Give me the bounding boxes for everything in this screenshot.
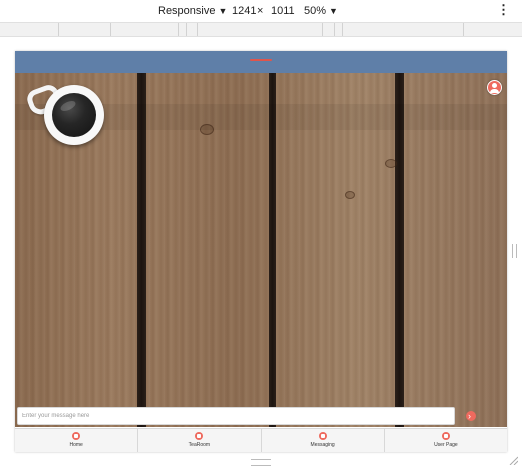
monitor-icon — [318, 432, 327, 440]
coffee-icon — [52, 93, 96, 137]
device-select[interactable]: Responsive ▼ — [158, 4, 227, 18]
zoom-label: 50% — [304, 5, 327, 17]
app-header — [15, 51, 507, 73]
nav-label: TeaRoom — [188, 442, 211, 448]
dimension-separator: × — [257, 5, 264, 17]
nav-label: Messaging — [310, 442, 335, 448]
message-composer: › — [15, 407, 507, 427]
send-button[interactable]: › — [466, 411, 476, 421]
resize-handle-bottom[interactable] — [251, 459, 271, 466]
zoom-select[interactable]: 50% ▼ — [304, 4, 338, 18]
send-icon: › — [468, 411, 471, 421]
chevron-down-icon: ▼ — [218, 6, 228, 16]
wood-knot — [385, 159, 397, 168]
header-indicator — [250, 59, 272, 61]
resize-corner-icon[interactable] — [508, 455, 518, 465]
width-input[interactable]: 1241 — [232, 4, 256, 18]
device-viewport: › Home TeaRoom Messaging User Page — [15, 51, 507, 452]
home-icon — [72, 432, 81, 440]
message-input[interactable] — [17, 407, 455, 425]
nav-tab-tearoom[interactable]: TeaRoom — [138, 429, 262, 452]
chevron-down-icon: ▼ — [329, 6, 338, 16]
profile-button[interactable] — [487, 80, 502, 95]
nav-tab-messaging[interactable]: Messaging — [262, 429, 385, 452]
nav-label: User Page — [434, 442, 458, 448]
height-input[interactable]: 1011 — [271, 4, 295, 18]
media-query-ruler[interactable] — [0, 22, 522, 37]
device-toolbar: Responsive ▼ 1241 × 1011 50% ▼ ⋮ — [0, 0, 522, 22]
resize-handle-right[interactable] — [512, 244, 517, 258]
bottom-nav: Home TeaRoom Messaging User Page — [15, 428, 507, 452]
nav-tab-home[interactable]: Home — [15, 429, 139, 452]
device-select-label: Responsive — [158, 5, 216, 17]
more-options-icon[interactable]: ⋮ — [497, 3, 510, 17]
user-icon — [441, 432, 450, 440]
wood-knot — [345, 191, 355, 199]
coffee-cup-logo — [44, 85, 104, 145]
chat-icon — [195, 432, 204, 440]
nav-tab-user-page[interactable]: User Page — [385, 429, 507, 452]
nav-label: Home — [69, 442, 83, 448]
